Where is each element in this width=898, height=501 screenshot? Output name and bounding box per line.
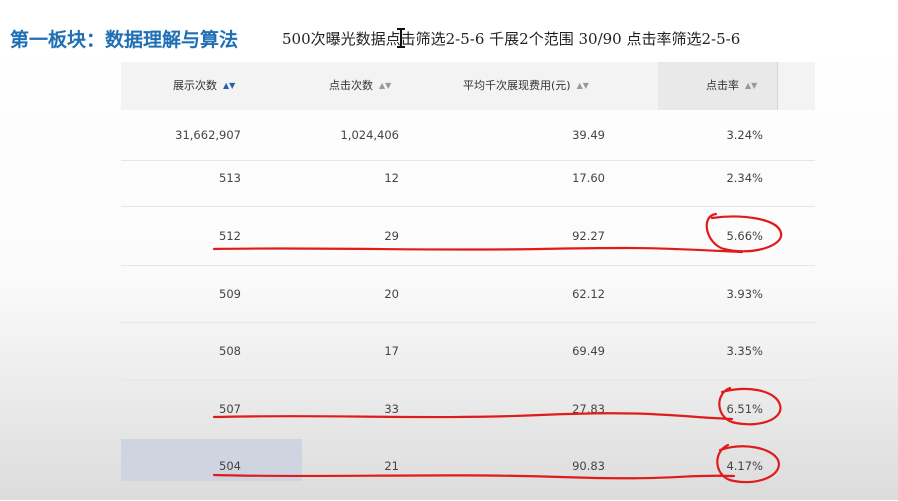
cell-cpm: 62.12 — [572, 287, 605, 301]
section-title: 第一板块：数据理解与算法 — [10, 29, 239, 51]
cell-cpm: 39.49 — [572, 128, 605, 142]
column-header-clicks[interactable]: 点击次数 ▲▼ — [329, 62, 391, 110]
cell-ctr: 2.34% — [726, 171, 763, 185]
column-header-impressions[interactable]: 展示次数 ▲▼ — [173, 62, 235, 110]
text-cursor-icon — [396, 28, 406, 48]
cell-ctr: 3.93% — [726, 287, 763, 301]
column-divider — [777, 62, 778, 110]
column-header-cpm[interactable]: 平均千次展现费用(元) ▲▼ — [463, 62, 589, 110]
cell-clicks: 33 — [384, 402, 399, 416]
table-row: 507 33 27.83 6.51% — [121, 381, 815, 439]
cell-cpm: 69.49 — [572, 344, 605, 358]
cell-impressions: 507 — [219, 402, 241, 416]
selected-cell-highlight — [121, 439, 302, 481]
table-row: 512 29 92.27 5.66% — [121, 207, 815, 266]
cell-cpm: 27.83 — [572, 402, 605, 416]
cell-impressions: 31,662,907 — [175, 128, 241, 142]
data-table: 展示次数 ▲▼ 点击次数 ▲▼ 平均千次展现费用(元) ▲▼ 点击率 ▲▼ 31,662… — [121, 62, 815, 501]
sort-arrows-icon[interactable]: ▲▼ — [577, 81, 589, 90]
cell-ctr: 5.66% — [726, 229, 763, 243]
cell-impressions: 504 — [219, 459, 241, 473]
cell-impressions: 508 — [219, 344, 241, 358]
cell-clicks: 1,024,406 — [340, 128, 399, 142]
sort-arrows-active-icon[interactable]: ▲▼ — [223, 81, 235, 90]
cell-clicks: 29 — [384, 229, 399, 243]
cell-cpm: 17.60 — [572, 171, 605, 185]
cell-clicks: 12 — [384, 171, 399, 185]
table-row: 31,662,907 1,024,406 39.49 3.24% — [121, 110, 815, 161]
sort-arrows-icon[interactable]: ▲▼ — [745, 81, 757, 90]
cell-ctr: 3.24% — [726, 128, 763, 142]
cell-impressions: 513 — [219, 171, 241, 185]
table-row-selected[interactable]: 504 21 90.83 4.17% — [121, 439, 815, 501]
cell-impressions: 509 — [219, 287, 241, 301]
sort-arrows-icon[interactable]: ▲▼ — [379, 81, 391, 90]
cell-ctr: 4.17% — [726, 459, 763, 473]
cell-cpm: 92.27 — [572, 229, 605, 243]
page-header: 第一板块：数据理解与算法 500次曝光数据点击筛选2-5-6 千展2个范围 30… — [0, 0, 898, 62]
filter-note: 500次曝光数据点击筛选2-5-6 千展2个范围 30/90 点击率筛选2-5-… — [282, 30, 741, 48]
table-header-row: 展示次数 ▲▼ 点击次数 ▲▼ 平均千次展现费用(元) ▲▼ 点击率 ▲▼ — [121, 62, 815, 110]
table-row: 513 12 17.60 2.34% — [121, 161, 815, 207]
cell-clicks: 21 — [384, 459, 399, 473]
table-row: 509 20 62.12 3.93% — [121, 266, 815, 323]
cell-ctr: 3.35% — [726, 344, 763, 358]
cell-cpm: 90.83 — [572, 459, 605, 473]
cell-clicks: 17 — [384, 344, 399, 358]
column-header-ctr[interactable]: 点击率 ▲▼ — [658, 62, 777, 110]
table-row: 508 17 69.49 3.35% — [121, 323, 815, 381]
cell-impressions: 512 — [219, 229, 241, 243]
cell-clicks: 20 — [384, 287, 399, 301]
cell-ctr: 6.51% — [726, 402, 763, 416]
